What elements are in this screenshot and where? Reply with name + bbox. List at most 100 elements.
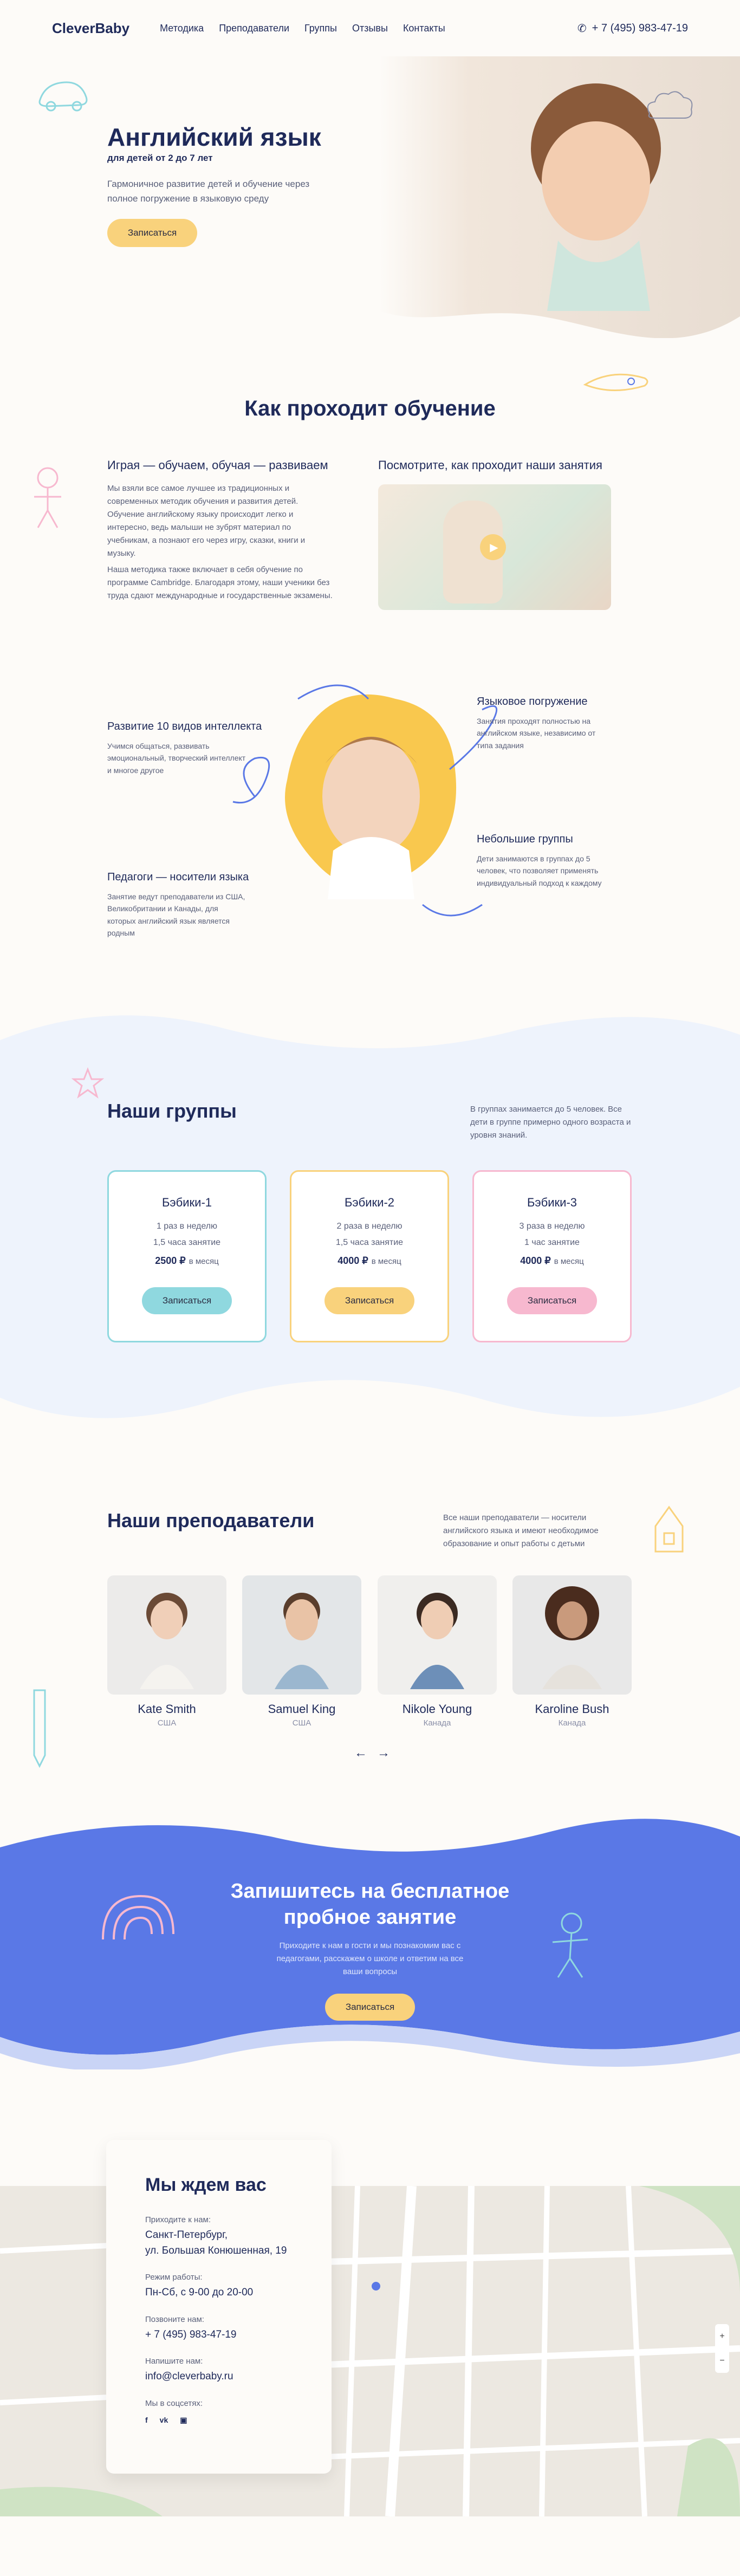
contacts-address-line2: ул. Большая Конюшенная, 19 bbox=[145, 2244, 287, 2256]
group-card-1: Бэбики-1 1 раз в неделю 1,5 часа занятие… bbox=[107, 1170, 267, 1342]
teacher-card-2[interactable]: Samuel King США bbox=[242, 1575, 361, 1728]
teacher-3-country: Канада bbox=[423, 1718, 451, 1728]
teacher-1-photo bbox=[107, 1575, 226, 1695]
teacher-4-name: Karoline Bush bbox=[535, 1702, 609, 1716]
contacts-title: Мы ждем вас bbox=[145, 2175, 267, 2195]
group-card-1-period: в месяц bbox=[189, 1257, 219, 1266]
carousel-prev-arrow-icon[interactable]: ← bbox=[354, 1746, 367, 1761]
menu-item-groups[interactable]: Группы bbox=[304, 23, 337, 34]
instagram-icon[interactable]: ▣ bbox=[180, 2416, 187, 2425]
group-card-2: Бэбики-2 2 раза в неделю 1,5 часа заняти… bbox=[290, 1170, 449, 1342]
group-card-2-price-row: 4000 ₽ в месяц bbox=[291, 1255, 447, 1267]
trial-title-line1: Запишитесь на бесплатное bbox=[230, 1880, 510, 1903]
menu-item-methodology[interactable]: Методика bbox=[160, 23, 204, 34]
top-nav: CleverBaby Методика Преподаватели Группы… bbox=[0, 0, 740, 56]
feature-4-text: Дети занимаются в группах до 5 человек, … bbox=[477, 854, 602, 887]
teacher-2-name: Samuel King bbox=[268, 1702, 336, 1716]
learning-col2-title: Посмотрите, как проходит наши занятия bbox=[378, 458, 602, 472]
trial-signup-button[interactable]: Записаться bbox=[325, 1994, 415, 2021]
facebook-icon[interactable]: f bbox=[145, 2416, 148, 2425]
play-button[interactable]: ▶ bbox=[480, 534, 506, 560]
feature-1-text: Учимся общаться, развивать эмоциональный… bbox=[107, 742, 246, 775]
groups-note: В группах занимается до 5 человек. Все д… bbox=[470, 1105, 631, 1140]
group-card-3-price: 4000 ₽ bbox=[520, 1255, 551, 1266]
teacher-1-name: Kate Smith bbox=[138, 1702, 196, 1716]
play-icon: ▶ bbox=[490, 541, 498, 554]
group-card-3-period: в месяц bbox=[554, 1257, 584, 1266]
car-doodle bbox=[38, 81, 88, 112]
contacts-hours: Пн-Сб, с 9-00 до 20-00 bbox=[145, 2287, 254, 2298]
teacher-4-photo bbox=[512, 1575, 632, 1695]
group-card-1-signup-button[interactable]: Записаться bbox=[142, 1287, 232, 1314]
learning-col1-title: Играя — обучаем, обучая — развиваем bbox=[107, 458, 328, 472]
teacher-4-country: Канада bbox=[558, 1718, 586, 1728]
pencil-doodle bbox=[33, 1689, 46, 1768]
logo[interactable]: CleverBaby bbox=[52, 20, 129, 37]
group-card-3-signup-button[interactable]: Записаться bbox=[507, 1287, 597, 1314]
trial-text: Приходите к нам в гости и мы познакомим … bbox=[276, 1941, 464, 1976]
group-card-3-name: Бэбики-3 bbox=[527, 1196, 577, 1209]
zoom-in-icon[interactable]: + bbox=[719, 2332, 724, 2341]
star-doodle bbox=[72, 1067, 104, 1099]
learning-col1-p1: Мы взяли все самое лучшее из традиционны… bbox=[107, 484, 306, 558]
teacher-card-4[interactable]: Karoline Bush Канада bbox=[512, 1575, 632, 1728]
teacher-2-country: США bbox=[292, 1718, 311, 1728]
contacts-card: Мы ждем вас Приходите к нам: Санкт-Петер… bbox=[106, 2140, 332, 2474]
trial-title-line2: пробное занятие bbox=[283, 1906, 457, 1929]
contacts-email-label: Напишите нам: bbox=[145, 2357, 203, 2366]
teacher-2-photo bbox=[242, 1575, 361, 1695]
teachers-carousel-arrows: ← → bbox=[354, 1746, 390, 1761]
teacher-1-country: США bbox=[157, 1718, 177, 1728]
group-card-2-duration: 1,5 часа занятие bbox=[335, 1238, 404, 1247]
menu-item-teachers[interactable]: Преподаватели bbox=[219, 23, 289, 34]
contacts-phone-label: Позвоните нам: bbox=[145, 2314, 204, 2324]
group-card-3: Бэбики-3 3 раза в неделю 1 час занятие 4… bbox=[472, 1170, 632, 1342]
group-card-3-duration: 1 час занятие bbox=[524, 1238, 580, 1247]
learning-title: Как проходит обучение bbox=[244, 397, 496, 420]
group-card-1-name: Бэбики-1 bbox=[161, 1196, 212, 1209]
group-card-1-price-row: 2500 ₽ в месяц bbox=[109, 1255, 265, 1267]
carousel-next-arrow-icon[interactable]: → bbox=[377, 1746, 390, 1761]
group-card-1-duration: 1,5 часа занятие bbox=[153, 1238, 221, 1247]
main-menu: Методика Преподаватели Группы Отзывы Кон… bbox=[160, 23, 445, 34]
contacts-phone[interactable]: + 7 (495) 983-47-19 bbox=[145, 2327, 293, 2343]
contacts-social-label: Мы в соцсетях: bbox=[145, 2398, 203, 2408]
teacher-3-photo bbox=[378, 1575, 497, 1695]
group-card-2-period: в месяц bbox=[371, 1257, 401, 1266]
hero-signup-button[interactable]: Записаться bbox=[107, 219, 197, 247]
vk-icon[interactable]: vk bbox=[160, 2416, 168, 2425]
contacts-address-label: Приходите к нам: bbox=[145, 2215, 211, 2224]
hero-text: Гармоничное развитие детей и обучение че… bbox=[107, 179, 310, 204]
feature-1-title: Развитие 10 видов интеллекта bbox=[107, 721, 262, 732]
phone-icon: ✆ bbox=[577, 22, 587, 35]
group-card-2-price: 4000 ₽ bbox=[337, 1255, 368, 1266]
teacher-3-name: Nikole Young bbox=[402, 1702, 472, 1716]
map-zoom-controls: + − bbox=[715, 2324, 729, 2373]
header-phone[interactable]: ✆ + 7 (495) 983-47-19 bbox=[577, 22, 688, 35]
menu-item-contacts[interactable]: Контакты bbox=[403, 23, 445, 34]
hero-section: Английский язык для детей от 2 до 7 лет … bbox=[0, 56, 740, 338]
video-preview[interactable]: ▶ bbox=[378, 484, 611, 610]
contacts-hours-label: Режим работы: bbox=[145, 2273, 203, 2282]
contacts-email[interactable]: info@cleverbaby.ru bbox=[145, 2369, 293, 2385]
doll-doodle bbox=[34, 467, 61, 528]
header-phone-number: + 7 (495) 983-47-19 bbox=[592, 22, 688, 34]
contacts-address-line1: Санкт-Петербург, bbox=[145, 2229, 228, 2241]
cloud-doodle bbox=[647, 91, 693, 119]
rocket-doodle bbox=[583, 373, 648, 392]
teachers-note: Все наши преподаватели — носители англий… bbox=[443, 1513, 599, 1548]
social-icons: f vk ▣ bbox=[145, 2416, 293, 2425]
learning-col1-p2: Наша методика также включает в себя обуч… bbox=[107, 565, 333, 600]
group-card-1-price: 2500 ₽ bbox=[155, 1255, 186, 1266]
group-card-2-signup-button[interactable]: Записаться bbox=[324, 1287, 414, 1314]
teacher-card-1[interactable]: Kate Smith США bbox=[107, 1575, 226, 1728]
group-card-3-frequency: 3 раза в неделю bbox=[519, 1222, 585, 1231]
group-card-3-price-row: 4000 ₽ в месяц bbox=[474, 1255, 630, 1267]
feature-4-title: Небольшие группы bbox=[477, 833, 573, 845]
zoom-out-icon[interactable]: − bbox=[719, 2356, 724, 2366]
teachers-title: Наши преподаватели bbox=[107, 1509, 315, 1532]
feature-3-title: Языковое погружение bbox=[477, 696, 588, 708]
feature-3-text: Занятия проходят полностью на английском… bbox=[477, 717, 596, 750]
menu-item-reviews[interactable]: Отзывы bbox=[352, 23, 388, 34]
teacher-card-3[interactable]: Nikole Young Канада bbox=[378, 1575, 497, 1728]
